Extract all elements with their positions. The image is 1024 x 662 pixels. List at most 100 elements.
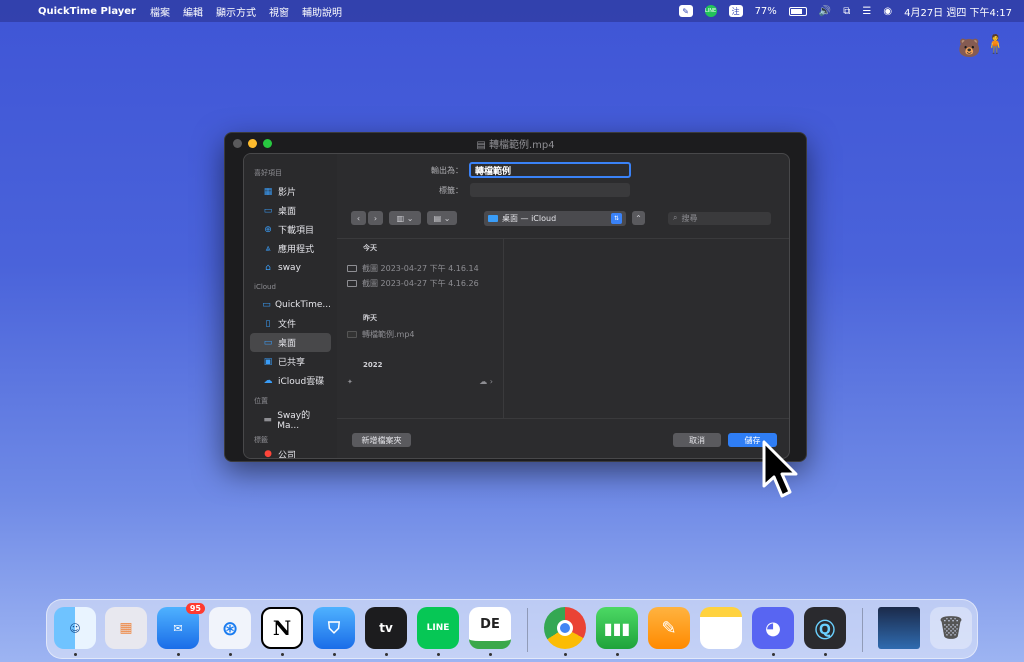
airplay-icon[interactable]: ⧉ xyxy=(843,6,850,17)
desktop-sticker-icon[interactable]: 🐻 xyxy=(958,38,980,59)
dialog-toolbar: ‹ › ▥ ⌄ ▤ ⌄ 桌面 — iCloud ⇅ ⌃ ⌕ 搜尋 xyxy=(351,210,775,226)
apps-icon: ⩓ xyxy=(265,243,271,254)
sidebar-item-documents[interactable]: ▯ 文件 xyxy=(250,314,331,333)
view-columns-button[interactable]: ▥ ⌄ xyxy=(389,211,421,225)
menu-edit[interactable]: 編輯 xyxy=(183,4,203,19)
recent-item-icon[interactable] xyxy=(878,607,920,649)
finder-icon[interactable]: ☺ xyxy=(54,607,96,649)
tag-dot-icon: ● xyxy=(264,449,272,459)
video-file-icon xyxy=(347,331,357,338)
numbers-icon[interactable]: ▮▮▮ xyxy=(596,607,638,649)
pages-icon[interactable]: ✎ xyxy=(648,607,690,649)
input-method-icon[interactable]: 注 xyxy=(728,5,743,17)
group-header-today: 今天 xyxy=(363,244,377,252)
desktop-icon: ▭ xyxy=(263,337,273,348)
safari-icon[interactable]: ⊛ xyxy=(209,607,251,649)
mail-icon[interactable]: ✉ 95 xyxy=(157,603,205,649)
window-titlebar[interactable]: ▤ 轉檔範例.mp4 xyxy=(225,133,806,153)
sidebar-header-icloud: iCloud xyxy=(254,283,276,291)
sidebar-item-movies[interactable]: ▦ 影片 xyxy=(250,182,331,201)
desktop-icon: ▭ xyxy=(263,205,273,216)
sidebar-item-applications[interactable]: ⩓ 應用程式 xyxy=(250,239,331,258)
mouse-cursor-icon xyxy=(762,440,798,498)
forward-button[interactable]: › xyxy=(368,211,383,225)
apple-tv-icon[interactable]: tv xyxy=(365,607,407,649)
control-center-icon[interactable]: ☰ xyxy=(862,6,871,17)
sidebar-item-tag[interactable]: ● 公司 xyxy=(250,449,331,459)
dialog-footer: 新增檔案夾 取消 儲存 xyxy=(337,418,789,458)
sidebar-item-downloads[interactable]: ⊕ 下載項目 xyxy=(250,220,331,239)
battery-percent: 77% xyxy=(754,5,777,17)
sidebar-item-mac[interactable]: ▬ Sway的 Ma... xyxy=(250,410,331,431)
movie-icon: ▦ xyxy=(263,186,273,197)
volume-icon[interactable]: 🔊 xyxy=(819,6,831,17)
siri-icon[interactable]: ◉ xyxy=(883,6,892,17)
tags-label: 標籤： xyxy=(439,185,463,195)
search-icon: ⌕ xyxy=(673,213,678,222)
back-button[interactable]: ‹ xyxy=(351,211,366,225)
group-header-2022: 2022 xyxy=(363,361,383,369)
file-row[interactable]: 轉檔範例.mp4 xyxy=(337,327,503,342)
browser-column: 今天 截圖 2023-04-27 下午 4.16.14 截圖 2023-04-2… xyxy=(337,239,504,419)
cloud-icon: ☁ xyxy=(263,375,273,386)
screenshot-file-icon xyxy=(347,265,357,272)
pen-icon[interactable]: ✎ xyxy=(678,5,693,17)
sidebar-item-icloud-drive[interactable]: ☁ iCloud雲碟 xyxy=(250,371,331,390)
updown-icon: ⇅ xyxy=(611,212,622,224)
window-title: ▤ 轉檔範例.mp4 xyxy=(476,139,555,151)
menu-app-name[interactable]: QuickTime Player xyxy=(38,6,136,17)
launchpad-icon[interactable]: ▦ xyxy=(105,607,147,649)
line-icon[interactable]: LINE xyxy=(417,607,459,649)
file-row[interactable]: ✦ ☁ › xyxy=(337,374,503,389)
file-row[interactable]: 截圖 2023-04-27 下午 4.16.14 xyxy=(337,261,503,276)
menu-window[interactable]: 視窗 xyxy=(269,4,289,19)
sidebar-item-home[interactable]: ⌂ sway xyxy=(250,258,331,277)
save-dialog: 喜好項目 ▦ 影片 ▭ 桌面 ⊕ 下載項目 ⩓ 應用程式 ⌂ sway iCloud ▭ Q… xyxy=(243,153,790,459)
discord-icon[interactable]: ◕ xyxy=(752,607,794,649)
sidebar-item-quicktime[interactable]: ▭ QuickTime... xyxy=(250,295,331,314)
dialog-sidebar: 喜好項目 ▦ 影片 ▭ 桌面 ⊕ 下載項目 ⩓ 應用程式 ⌂ sway iCloud ▭ Q… xyxy=(244,154,337,459)
home-icon: ⌂ xyxy=(265,262,271,273)
desktop-character-icon[interactable]: 🧍 xyxy=(984,34,1006,55)
mail-badge: 95 xyxy=(185,603,205,614)
laptop-icon: ▬ xyxy=(263,414,272,425)
sidebar-header-locations: 位置 xyxy=(254,397,268,405)
filename-input[interactable]: 轉檔範例 xyxy=(469,162,631,178)
screenshot-file-icon xyxy=(347,280,357,287)
group-button[interactable]: ▤ ⌄ xyxy=(427,211,457,225)
dialog-main: 輸出為： 轉檔範例 標籤： ‹ › ▥ ⌄ ▤ ⌄ 桌面 — iCloud ⇅ … xyxy=(337,154,789,458)
menu-view[interactable]: 顯示方式 xyxy=(216,4,256,19)
folder-icon: ▭ xyxy=(262,299,271,310)
notion-icon[interactable]: N xyxy=(261,607,303,649)
tags-input[interactable] xyxy=(470,183,630,197)
sidebar-item-desktop[interactable]: ▭ 桌面 xyxy=(250,201,331,220)
sidebar-item-shared[interactable]: ▣ 已共享 xyxy=(250,352,331,371)
document-icon: ▯ xyxy=(265,318,271,329)
trash-icon[interactable]: 🗑 xyxy=(930,607,972,649)
file-row[interactable]: 截圖 2023-04-27 下午 4.16.26 xyxy=(337,276,503,291)
folder-icon xyxy=(488,214,498,222)
menu-help[interactable]: 輔助說明 xyxy=(302,4,342,19)
menu-file[interactable]: 檔案 xyxy=(150,4,170,19)
clock[interactable]: 4月27日 週四 下午4:17 xyxy=(904,4,1012,19)
battery-icon[interactable] xyxy=(788,6,807,16)
de-app-icon[interactable]: DE xyxy=(469,607,511,649)
location-popup[interactable]: 桌面 — iCloud ⇅ xyxy=(484,210,626,226)
dock: ☺ ▦ ✉ 95 ⊛ N ⛉ tv LINE DE ▮▮▮ ✎ ◕ Ⓠ 🗑 xyxy=(46,599,978,659)
keynote-icon[interactable]: ⛉ xyxy=(313,607,355,649)
search-input[interactable]: ⌕ 搜尋 xyxy=(668,211,771,225)
cancel-button[interactable]: 取消 xyxy=(673,433,721,447)
menu-bar: QuickTime Player 檔案 編輯 顯示方式 視窗 輔助說明 ✎ LI… xyxy=(0,0,1024,22)
collapse-button[interactable]: ⌃ xyxy=(632,211,645,225)
file-thumbnail-icon: ✦ xyxy=(347,377,353,386)
line-status-icon[interactable]: LINE xyxy=(704,5,717,17)
new-folder-button[interactable]: 新增檔案夾 xyxy=(352,433,411,447)
quicktime-icon[interactable]: Ⓠ xyxy=(804,607,846,649)
sidebar-header-tags: 標籤 xyxy=(254,436,268,444)
sidebar-header-favorites: 喜好項目 xyxy=(254,169,282,177)
cloud-download-icon[interactable]: ☁ › xyxy=(479,377,493,386)
notes-icon[interactable] xyxy=(700,607,742,649)
chrome-icon[interactable] xyxy=(544,607,586,649)
group-header-yesterday: 昨天 xyxy=(363,314,377,322)
sidebar-item-icloud-desktop[interactable]: ▭ 桌面 xyxy=(250,333,331,352)
